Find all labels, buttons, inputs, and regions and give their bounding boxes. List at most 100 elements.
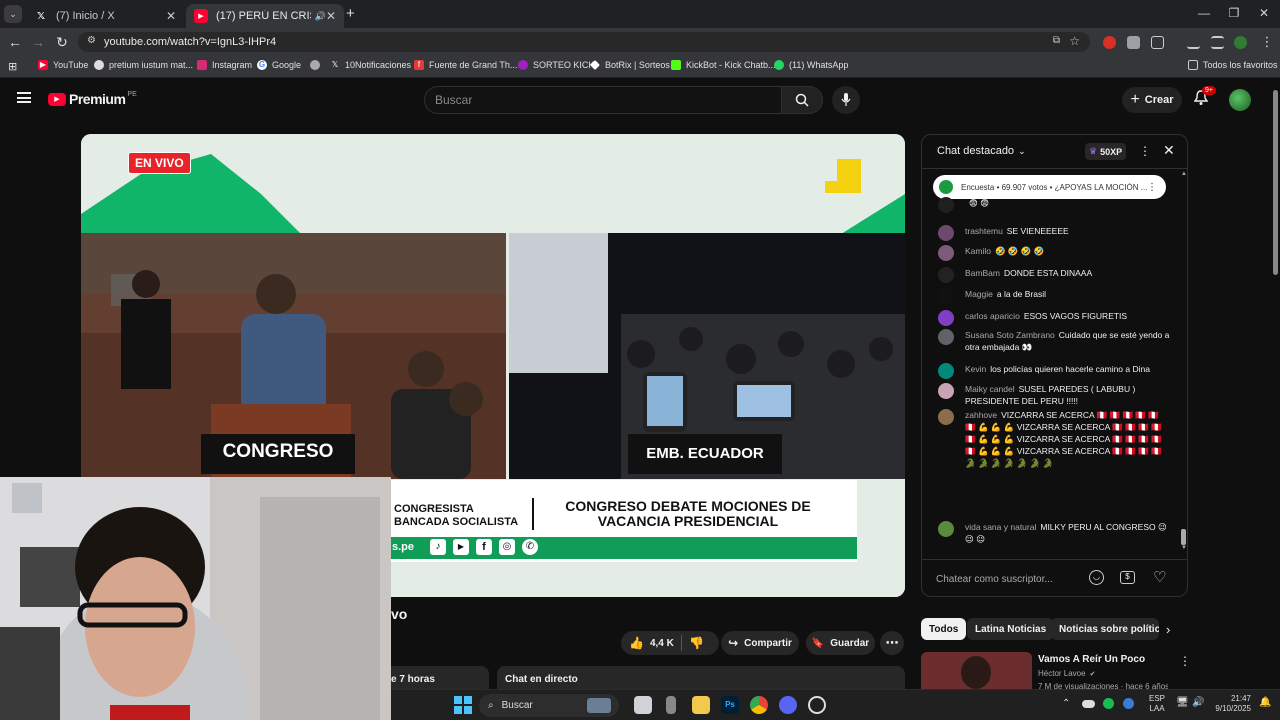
task-view-icon[interactable] xyxy=(634,696,652,714)
chat-author[interactable]: Maiky candel xyxy=(965,384,1015,394)
chat-author[interactable]: Kamilo xyxy=(965,246,991,256)
extensions-puzzle-icon[interactable] xyxy=(1151,36,1164,49)
account-avatar[interactable] xyxy=(1229,89,1251,111)
profile-avatar-icon[interactable] xyxy=(1234,36,1247,49)
tray-app-icon[interactable] xyxy=(1123,698,1134,709)
chip-todos[interactable]: Todos xyxy=(921,618,967,640)
chat-message[interactable]: Kamilo 🤣 🤣 🤣 🤣 xyxy=(938,245,1170,261)
bookmark-globe[interactable] xyxy=(310,60,325,70)
app-circle-icon[interactable] xyxy=(808,696,826,714)
bookmark-instagram[interactable]: Instagram xyxy=(197,60,252,70)
restore-icon[interactable]: ❐ xyxy=(1222,6,1246,20)
file-explorer-icon[interactable] xyxy=(692,696,710,714)
page-scroll-thumb[interactable] xyxy=(1273,90,1278,275)
hamburger-menu-icon[interactable] xyxy=(17,92,31,103)
discord-icon[interactable] xyxy=(779,696,797,714)
tab-x[interactable]: 𝕏 (7) Inicio / X ✕ xyxy=(26,4,184,28)
bookmark-botrix[interactable]: BotRix | Sorteos xyxy=(590,60,670,70)
chat-avatar[interactable] xyxy=(938,197,954,213)
chat-mode-dropdown[interactable]: Chat destacado ⌄ xyxy=(937,145,1026,157)
more-actions-button[interactable]: ⋯ xyxy=(880,631,904,655)
download-icon[interactable] xyxy=(1187,36,1200,49)
voice-search-button[interactable] xyxy=(832,86,860,114)
chat-author[interactable]: carlos aparicio xyxy=(965,311,1020,321)
bookmark-whatsapp[interactable]: (11) WhatsApp xyxy=(774,60,848,70)
chat-input[interactable]: Chatear como suscriptor... xyxy=(936,569,1076,591)
scroll-down-icon[interactable]: ▼ xyxy=(1181,545,1187,551)
thumbs-down-icon[interactable]: 👎 xyxy=(689,636,704,650)
taskbar-search[interactable]: ⌕ Buscar xyxy=(479,694,619,717)
speaker-icon[interactable]: 🔊 xyxy=(315,11,326,22)
recommended-menu-icon[interactable]: ⋮ xyxy=(1179,654,1191,668)
site-info-icon[interactable]: ⚙ xyxy=(87,35,96,46)
bookmark-pretium[interactable]: pretium iustum mat... xyxy=(94,60,193,70)
language-indicator[interactable]: ESP LAA xyxy=(1149,694,1165,714)
poll-menu-icon[interactable]: ⋮ xyxy=(1147,182,1157,193)
chat-author[interactable]: Susana Soto Zambrano xyxy=(965,330,1055,340)
chat-message[interactable]: BamBam DONDE ESTA DINAAA xyxy=(938,267,1170,283)
chat-author[interactable]: zahhove xyxy=(965,410,997,420)
live-chat-box[interactable]: Chat en directo xyxy=(497,666,905,689)
forward-icon[interactable]: → xyxy=(29,34,47,50)
search-input[interactable]: Buscar xyxy=(424,86,782,114)
chat-avatar[interactable] xyxy=(938,363,954,379)
page-scrollbar[interactable] xyxy=(1272,80,1280,689)
poll-banner[interactable]: Encuesta • 69.907 votos • ¿APOYAS LA MOC… xyxy=(933,175,1166,199)
save-button[interactable]: 🔖 Guardar xyxy=(806,631,875,655)
close-window-icon[interactable]: ✕ xyxy=(1252,6,1276,20)
browser-menu-icon[interactable]: ⋮ xyxy=(1258,34,1276,50)
windows-start-icon[interactable] xyxy=(454,696,472,714)
extension-red-icon[interactable] xyxy=(1103,36,1116,49)
chip-politica[interactable]: Noticias sobre política xyxy=(1051,618,1159,640)
extension-card-icon[interactable] xyxy=(1127,36,1140,49)
chat-message[interactable]: 😨 😨 xyxy=(938,197,1170,213)
chat-avatar[interactable] xyxy=(938,409,954,425)
chat-avatar[interactable] xyxy=(938,329,954,345)
chat-avatar[interactable] xyxy=(938,245,954,261)
chat-message[interactable]: zahhove VIZCARRA SE ACERCA 🇵🇪 🇵🇪 🇵🇪 🇵🇪 🇵🇪… xyxy=(938,409,1170,469)
scroll-up-icon[interactable]: ▲ xyxy=(1181,171,1187,177)
chat-message[interactable]: carlos aparicio ESOS VAGOS FIGURETIS xyxy=(938,310,1170,326)
bookmark-kickbot[interactable]: KickBot - Kick Chatb... xyxy=(671,60,776,70)
chat-message[interactable]: Kevin los policías quieren hacerle camino… xyxy=(938,363,1170,379)
chat-menu-icon[interactable]: ⋮ xyxy=(1139,144,1151,158)
notification-bell-icon[interactable]: 🔔 xyxy=(1259,697,1271,708)
chat-author[interactable]: BamBam xyxy=(965,268,1000,278)
chat-message[interactable]: Maiky candel SUSEL PAREDES ( LABUBU ) PRE… xyxy=(938,383,1170,407)
tray-green-icon[interactable] xyxy=(1103,698,1114,709)
bookmark-youtube[interactable]: ▶ YouTube xyxy=(38,60,88,70)
chat-message[interactable]: Susana Soto Zambrano Cuidado que se esté … xyxy=(938,329,1170,353)
bookmark-notificaciones[interactable]: 𝕏 10Notificaciones xyxy=(330,60,411,70)
chat-avatar[interactable] xyxy=(938,521,954,537)
youtube-logo[interactable]: ▶ Premium PE xyxy=(48,91,137,107)
chat-avatar[interactable] xyxy=(938,267,954,283)
chat-avatar[interactable] xyxy=(938,225,954,241)
reload-icon[interactable]: ↻ xyxy=(53,34,71,51)
chrome-icon[interactable] xyxy=(750,696,768,714)
recommended-video[interactable]: Vamos A Reír Un Poco Héctor Lavoe ✔ 7 M … xyxy=(921,652,1191,690)
chat-avatar[interactable] xyxy=(938,310,954,326)
url-bar[interactable]: ⚙ youtube.com/watch?v=IgnL3-IHPr4 ⧉ ☆ xyxy=(78,32,1090,52)
scroll-thumb[interactable] xyxy=(1181,529,1186,545)
onedrive-icon[interactable] xyxy=(1082,700,1095,708)
volume-icon[interactable]: 🔊 xyxy=(1192,697,1204,708)
app-phone-icon[interactable] xyxy=(666,696,676,714)
chip-latina[interactable]: Latina Noticias xyxy=(967,618,1055,640)
install-icon[interactable]: ⧉ xyxy=(1053,35,1060,46)
like-button[interactable]: 👍 4,4 K 👎 xyxy=(621,631,719,655)
close-tab-icon[interactable]: ✕ xyxy=(326,9,336,23)
bookmark-google[interactable]: G Google xyxy=(257,60,301,70)
close-tab-icon[interactable]: ✕ xyxy=(166,9,176,23)
apps-grid-icon[interactable]: ⊞ xyxy=(8,60,17,73)
chat-message[interactable]: trashtemu SE VIENEEEEE xyxy=(938,225,1170,241)
chat-message[interactable]: Maggie a la de Brasil xyxy=(938,288,1170,304)
network-icon[interactable]: 🖥 xyxy=(1176,697,1189,708)
share-button[interactable]: ↪ Compartir xyxy=(721,631,799,655)
bookmark-grand-theft[interactable]: f Fuente de Grand Th... xyxy=(414,60,517,70)
recommended-thumbnail[interactable] xyxy=(921,652,1032,689)
chat-author[interactable]: vida sana y natural xyxy=(965,522,1036,532)
photoshop-icon[interactable]: Ps xyxy=(721,696,739,714)
bookmark-sorteo-kick[interactable]: SORTEO KICK xyxy=(518,60,594,70)
close-chat-icon[interactable]: ✕ xyxy=(1163,142,1175,159)
new-tab-button[interactable]: + xyxy=(346,5,355,22)
